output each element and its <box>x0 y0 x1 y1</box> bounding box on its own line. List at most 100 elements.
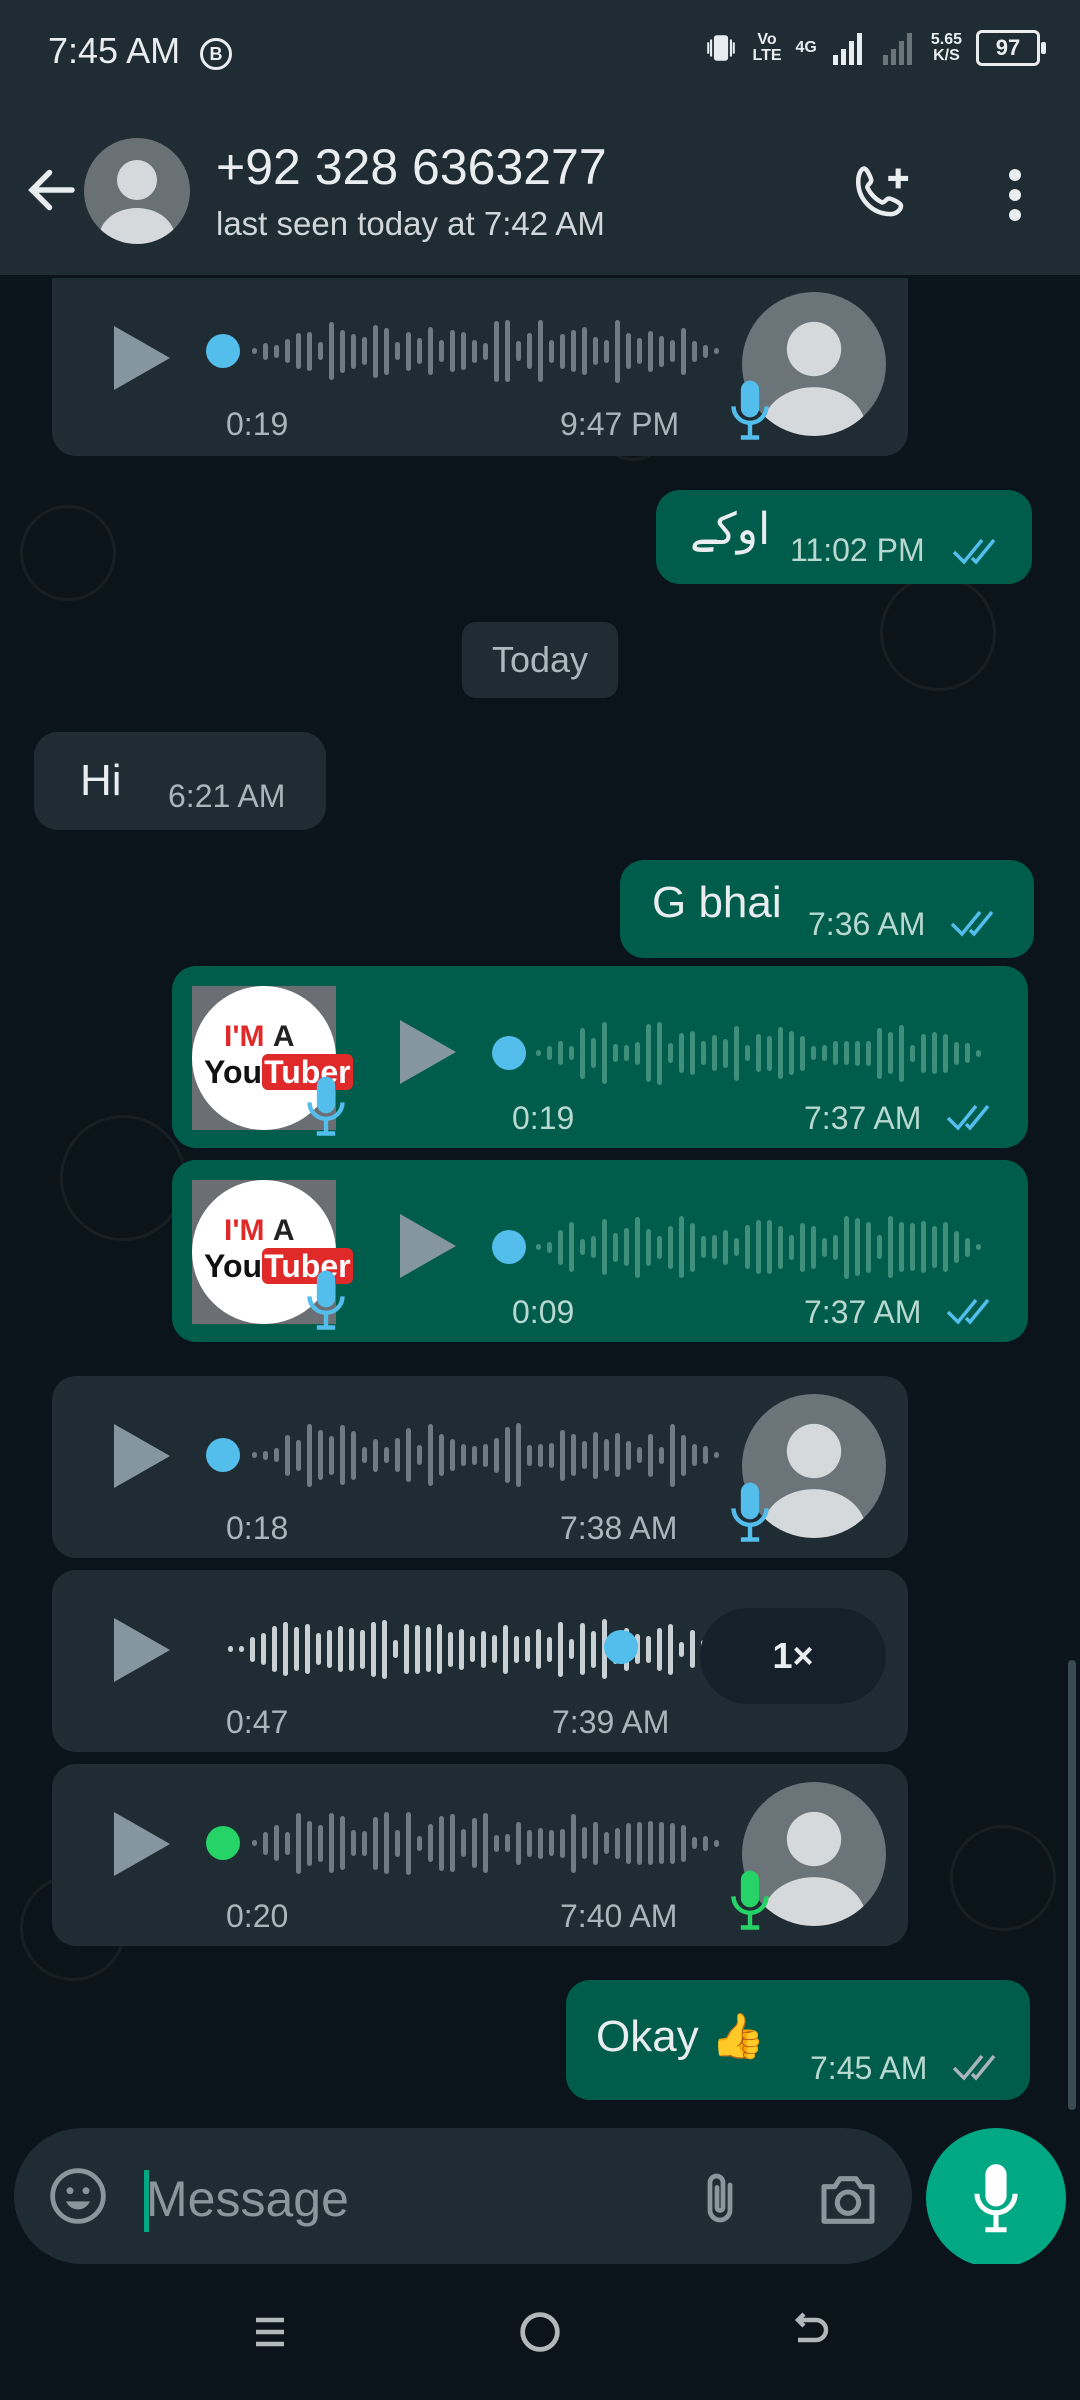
voice-message-incoming[interactable]: 0:18 7:38 AM <box>52 1376 908 1558</box>
waveform-bar <box>360 1629 365 1669</box>
waveform-bar <box>426 1626 431 1672</box>
camera-icon[interactable] <box>816 2170 880 2235</box>
waveform-bar <box>822 1237 827 1257</box>
play-icon[interactable] <box>114 1424 170 1488</box>
home-nav-icon[interactable] <box>514 2306 566 2358</box>
voice-message-incoming[interactable]: 0:19 9:47 PM <box>52 278 908 456</box>
message-time: 7:40 AM <box>560 1898 678 1934</box>
playback-dot[interactable] <box>492 1036 526 1070</box>
avatar[interactable] <box>84 138 190 244</box>
more-vert-icon[interactable] <box>995 165 1035 230</box>
waveform-bar <box>470 1636 475 1662</box>
play-icon[interactable] <box>114 326 170 390</box>
waveform-bar <box>921 1033 926 1073</box>
waveform-bar <box>362 337 367 365</box>
message-outgoing[interactable]: Okay 👍 7:45 AM <box>566 1980 1030 2100</box>
message-incoming[interactable]: Hi 6:21 AM <box>34 732 326 830</box>
play-icon[interactable] <box>114 1812 170 1876</box>
waveform-bar <box>439 1815 444 1871</box>
battery-icon: 97 <box>976 30 1046 66</box>
waveform-bar <box>670 1423 675 1487</box>
add-call-icon[interactable] <box>850 160 918 233</box>
waveform-bar <box>340 1425 345 1485</box>
waveform-bar <box>899 1024 904 1082</box>
waveform-bar <box>472 1818 477 1868</box>
playback-dot[interactable] <box>206 334 240 368</box>
waveform-bar <box>349 1627 354 1671</box>
waveform-bar <box>571 330 576 372</box>
waveform-bar <box>461 1444 466 1466</box>
waveform-bar <box>472 339 477 363</box>
logo-line-1: I'M A <box>224 1214 294 1248</box>
waveform[interactable] <box>252 318 732 384</box>
waveform-bar <box>428 327 433 375</box>
waveform-bar <box>681 1824 686 1862</box>
waveform-bar <box>734 1025 739 1081</box>
waveform-bar <box>316 1633 321 1665</box>
waveform-bar <box>505 320 510 382</box>
avatar-icon <box>99 160 175 244</box>
mic-icon <box>731 380 769 440</box>
waveform-bar <box>538 1827 543 1859</box>
playback-dot[interactable] <box>206 1826 240 1860</box>
playback-dot[interactable] <box>206 1438 240 1472</box>
waveform-bar <box>307 1820 312 1866</box>
voice-message-outgoing[interactable]: I'M A YouTuber 0:19 7:37 AM <box>172 966 1028 1148</box>
playback-speed-button[interactable]: 1× <box>700 1608 886 1704</box>
waveform-bar <box>602 1022 607 1084</box>
waveform-bar <box>714 348 719 354</box>
voice-duration: 0:20 <box>226 1898 289 1934</box>
waveform-bar <box>703 344 708 358</box>
message-outgoing[interactable]: اوکے 11:02 PM <box>656 490 1032 584</box>
waveform-bar <box>428 1424 433 1486</box>
volte-indicator: Vo LTE <box>752 32 781 64</box>
waveform-bar <box>615 1433 620 1477</box>
waveform-bar <box>362 1447 367 1463</box>
waveform-bar <box>437 1624 442 1674</box>
scrollbar[interactable] <box>1068 1660 1076 2110</box>
menu-nav-icon[interactable] <box>246 2308 294 2356</box>
waveform-bar <box>615 319 620 383</box>
network-type: 4G <box>795 39 817 56</box>
voice-message-incoming[interactable]: 0:20 7:40 AM <box>52 1764 908 1946</box>
waveform-bar <box>329 1435 334 1475</box>
waveform-bar <box>648 1821 653 1865</box>
playback-dot[interactable] <box>492 1230 526 1264</box>
voice-message-outgoing[interactable]: I'M A YouTuber 0:09 7:37 AM <box>172 1160 1028 1342</box>
waveform-bar <box>604 339 609 363</box>
message-input[interactable] <box>146 2168 666 2230</box>
contact-name[interactable]: +92 328 6363277 <box>216 138 607 196</box>
waveform[interactable] <box>228 1614 728 1684</box>
voice-record-button[interactable] <box>926 2128 1066 2268</box>
waveform-bar <box>637 1447 642 1463</box>
waveform[interactable] <box>536 1212 996 1282</box>
waveform-bar <box>692 340 697 362</box>
waveform-bar <box>395 342 400 360</box>
waveform-bar <box>811 1046 816 1060</box>
waveform-bar <box>558 1621 563 1677</box>
play-icon[interactable] <box>114 1618 170 1682</box>
play-icon[interactable] <box>400 1020 456 1084</box>
waveform[interactable] <box>252 1808 732 1878</box>
playback-dot[interactable] <box>604 1630 638 1664</box>
waveform-bar <box>899 1222 904 1272</box>
waveform-bar <box>318 342 323 360</box>
waveform-bar <box>976 1049 981 1057</box>
waveform-bar <box>448 1631 453 1667</box>
waveform-bar <box>384 327 389 375</box>
attach-icon[interactable] <box>690 2168 750 2237</box>
waveform-bar <box>406 331 411 371</box>
waveform-bar <box>670 1822 675 1864</box>
waveform-bar <box>866 1221 871 1273</box>
message-outgoing[interactable]: G bhai 7:36 AM <box>620 860 1034 958</box>
back-nav-icon[interactable] <box>784 2308 836 2356</box>
waveform-bar <box>362 1830 367 1856</box>
waveform[interactable] <box>536 1018 996 1088</box>
waveform-bar <box>580 1239 585 1255</box>
waveform[interactable] <box>252 1420 732 1490</box>
play-icon[interactable] <box>400 1214 456 1278</box>
back-arrow-icon[interactable] <box>22 160 82 225</box>
waveform-bar <box>635 1216 640 1278</box>
emoji-icon[interactable] <box>46 2164 110 2233</box>
waveform-bar <box>327 1630 332 1668</box>
